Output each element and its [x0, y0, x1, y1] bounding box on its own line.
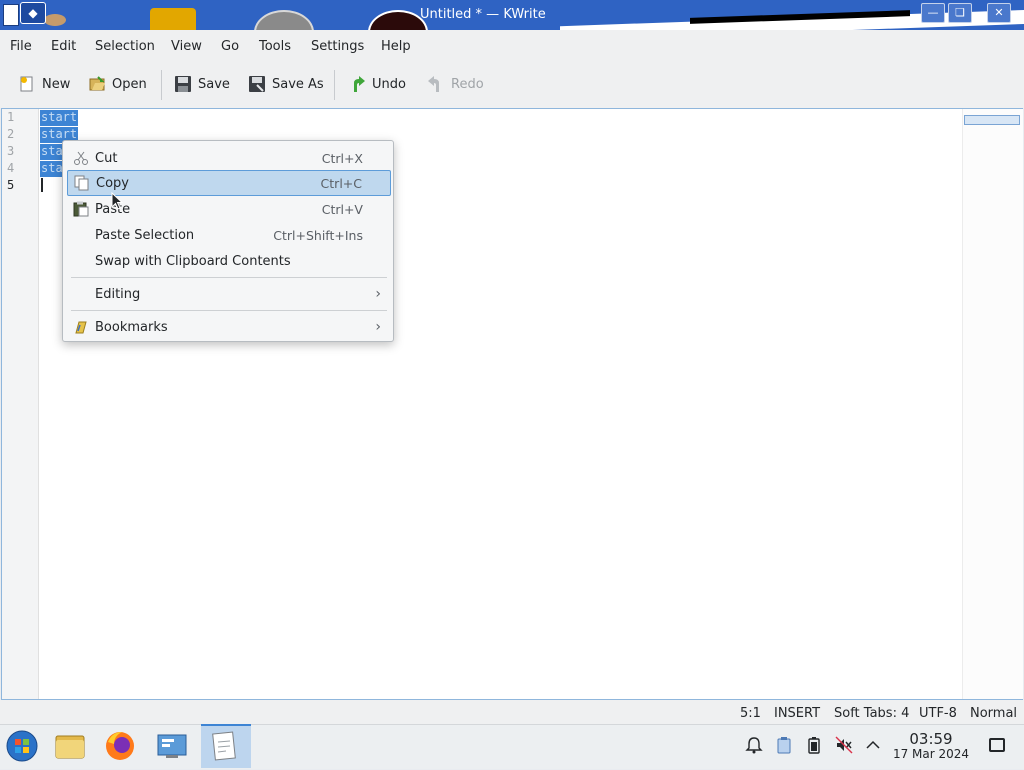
copy-icon	[74, 175, 90, 191]
app-icon[interactable]	[3, 4, 19, 26]
folder-icon	[55, 735, 85, 759]
taskbar-firefox[interactable]	[100, 726, 144, 766]
wallpaper-fragment	[254, 10, 314, 30]
encoding-selector[interactable]: UTF-8	[919, 706, 957, 721]
clock-time[interactable]: 03:59	[896, 730, 966, 748]
input-mode[interactable]: INSERT	[774, 706, 820, 721]
open-folder-icon	[88, 75, 106, 93]
wallpaper-fragment	[44, 14, 66, 26]
paste-icon	[73, 201, 89, 217]
mouse-pointer-icon	[111, 192, 123, 210]
menu-settings[interactable]: Settings	[311, 39, 364, 54]
maximize-button[interactable]: ❏	[948, 3, 972, 23]
code-line[interactable]: start	[40, 110, 79, 126]
toolbar-separator	[161, 70, 162, 100]
redo-button[interactable]: Redo	[427, 72, 484, 96]
redo-icon	[427, 75, 445, 93]
new-document-icon	[18, 75, 36, 93]
kwrite-icon	[212, 731, 236, 761]
line-number: 1	[7, 110, 15, 124]
show-desktop-button[interactable]	[989, 738, 1005, 752]
menu-item-bookmarks[interactable]: Bookmarks ›	[67, 314, 391, 340]
scissors-icon	[73, 150, 89, 166]
line-number: 2	[7, 127, 15, 141]
battery-icon[interactable]	[805, 736, 823, 754]
wallpaper-fragment	[150, 8, 196, 30]
firefox-icon	[106, 732, 134, 760]
context-menu: Cut Ctrl+X Copy Ctrl+C Paste Ctrl+V Past…	[62, 140, 394, 342]
minimap-viewport[interactable]	[964, 115, 1020, 125]
start-orb-icon	[6, 730, 38, 762]
menu-separator	[71, 310, 387, 311]
menu-tools[interactable]: Tools	[259, 39, 291, 54]
line-number: 3	[7, 144, 15, 158]
taskbar-system-settings[interactable]	[152, 726, 196, 766]
menu-separator	[71, 277, 387, 278]
close-button[interactable]: ✕	[987, 3, 1011, 23]
menu-item-cut[interactable]: Cut Ctrl+X	[67, 145, 391, 171]
window-title: Untitled * — KWrite	[420, 7, 546, 22]
menu-selection[interactable]: Selection	[95, 39, 155, 54]
taskbar-file-manager[interactable]	[50, 726, 94, 766]
line-number: 5	[7, 178, 15, 192]
minimize-button[interactable]: —	[921, 3, 945, 23]
window-menu-button[interactable]: ◆	[20, 2, 46, 24]
clock-date[interactable]: 17 Mar 2024	[888, 747, 974, 761]
indentation-setting[interactable]: Soft Tabs: 4	[834, 706, 909, 721]
save-button[interactable]: Save	[174, 72, 230, 96]
menu-help[interactable]: Help	[381, 39, 411, 54]
menu-view[interactable]: View	[171, 39, 202, 54]
menu-go[interactable]: Go	[221, 39, 239, 54]
menu-edit[interactable]: Edit	[51, 39, 76, 54]
wallpaper-fragment	[368, 10, 428, 30]
menu-item-swap-clipboard[interactable]: Swap with Clipboard Contents	[67, 248, 391, 274]
chevron-right-icon: ›	[375, 319, 381, 335]
start-menu-button[interactable]	[2, 726, 46, 766]
undo-icon	[348, 75, 366, 93]
menu-item-editing[interactable]: Editing ›	[67, 281, 391, 307]
notifications-icon[interactable]	[745, 736, 763, 754]
bookmark-icon	[73, 319, 89, 335]
chevron-up-icon[interactable]	[864, 736, 882, 754]
syntax-mode-selector[interactable]: Normal	[970, 706, 1017, 721]
menu-file[interactable]: File	[10, 39, 32, 54]
volume-muted-icon[interactable]	[835, 736, 853, 754]
menu-item-paste-selection[interactable]: Paste Selection Ctrl+Shift+Ins	[67, 222, 391, 248]
save-icon	[174, 75, 192, 93]
new-button[interactable]: New	[18, 72, 70, 96]
toolbar	[0, 62, 1024, 108]
menubar: File Edit Selection View Go Tools Settin…	[0, 30, 1024, 62]
undo-button[interactable]: Undo	[348, 72, 406, 96]
chevron-right-icon: ›	[375, 286, 381, 302]
minimap-scrollbar[interactable]	[962, 109, 1023, 699]
toolbar-separator	[334, 70, 335, 100]
save-as-button[interactable]: Save As	[248, 72, 324, 96]
open-button[interactable]: Open	[88, 72, 147, 96]
monitor-icon	[157, 734, 187, 758]
clipboard-icon[interactable]	[775, 736, 793, 754]
text-cursor	[41, 178, 43, 192]
taskbar-kwrite-active[interactable]	[201, 724, 251, 768]
save-as-icon	[248, 75, 266, 93]
line-number-gutter	[2, 109, 39, 699]
cursor-position[interactable]: 5:1	[740, 706, 761, 721]
line-number: 4	[7, 161, 15, 175]
